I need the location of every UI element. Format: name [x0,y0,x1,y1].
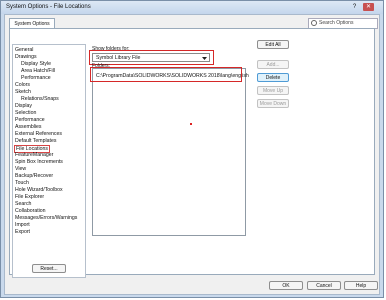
tree-item-import[interactable]: Import [15,222,30,228]
dialog-body: System Options Search Options General Dr… [4,14,380,295]
help-button[interactable]: Help [344,281,378,290]
tree-item-hole-wizard-toolbox[interactable]: Hole Wizard/Toolbox [15,187,63,193]
tree-item-collaboration[interactable]: Collaboration [15,208,46,214]
chevron-down-icon [202,57,207,60]
title-bar[interactable]: System Options - File Locations ? ✕ [1,1,383,14]
reset-button[interactable]: Reset... [32,264,66,273]
system-options-window: System Options - File Locations ? ✕ Syst… [0,0,384,298]
tree-item-general[interactable]: General [15,47,33,53]
tree-item-assemblies[interactable]: Assemblies [15,124,42,130]
tree-item-drawings-performance[interactable]: Performance [21,75,51,81]
window-title: System Options - File Locations [6,4,91,10]
search-icon [311,20,317,26]
edit-all-button[interactable]: Edit All [257,40,289,49]
cursor-marker [190,123,192,125]
cancel-button[interactable]: Cancel [307,281,341,290]
close-icon[interactable]: ✕ [363,3,374,11]
tree-item-view[interactable]: View [15,166,26,172]
ok-button[interactable]: OK [269,281,303,290]
tree-item-export[interactable]: Export [15,229,30,235]
tree-item-external-references[interactable]: External References [15,131,62,137]
tree-item-colors[interactable]: Colors [15,82,30,88]
tree-item-spin-box-increments[interactable]: Spin Box Increments [15,159,63,165]
add-button[interactable]: Add... [257,60,289,69]
options-tree[interactable]: General Drawings Display Style Area Hatc… [12,44,86,278]
tree-item-drawings[interactable]: Drawings [15,54,37,60]
dropdown-value: Symbol Library File [96,55,141,61]
tree-item-touch[interactable]: Touch [15,180,29,186]
tree-item-messages-errors-warnings[interactable]: Messages/Errors/Warnings [15,215,77,221]
tree-item-performance[interactable]: Performance [15,117,45,123]
highlight-box-folder-path [90,67,242,82]
tree-item-backup-recover[interactable]: Backup/Recover [15,173,53,179]
move-up-button[interactable]: Move Up [257,86,289,95]
tree-item-display[interactable]: Display [15,103,32,109]
tree-item-display-style[interactable]: Display Style [21,61,51,67]
delete-button[interactable]: Delete [257,73,289,82]
tree-item-file-explorer[interactable]: File Explorer [15,194,44,200]
tree-item-area-hatch-fill[interactable]: Area Hatch/Fill [21,68,55,74]
tree-item-featuremanager[interactable]: FeatureManager [15,152,53,158]
tree-item-relations-snaps[interactable]: Relations/Snaps [21,96,59,102]
search-placeholder: Search Options [319,20,354,26]
move-down-button[interactable]: Move Down [257,99,289,108]
tree-item-sketch[interactable]: Sketch [15,89,31,95]
folders-list[interactable]: C:\ProgramData\SOLIDWORKS\SOLIDWORKS 201… [92,68,249,236]
tree-item-search[interactable]: Search [15,201,31,207]
show-folders-for-dropdown[interactable]: Symbol Library File [92,53,210,62]
help-icon[interactable]: ? [349,3,360,11]
tree-item-default-templates[interactable]: Default Templates [15,138,56,144]
tree-item-selection[interactable]: Selection [15,110,36,116]
